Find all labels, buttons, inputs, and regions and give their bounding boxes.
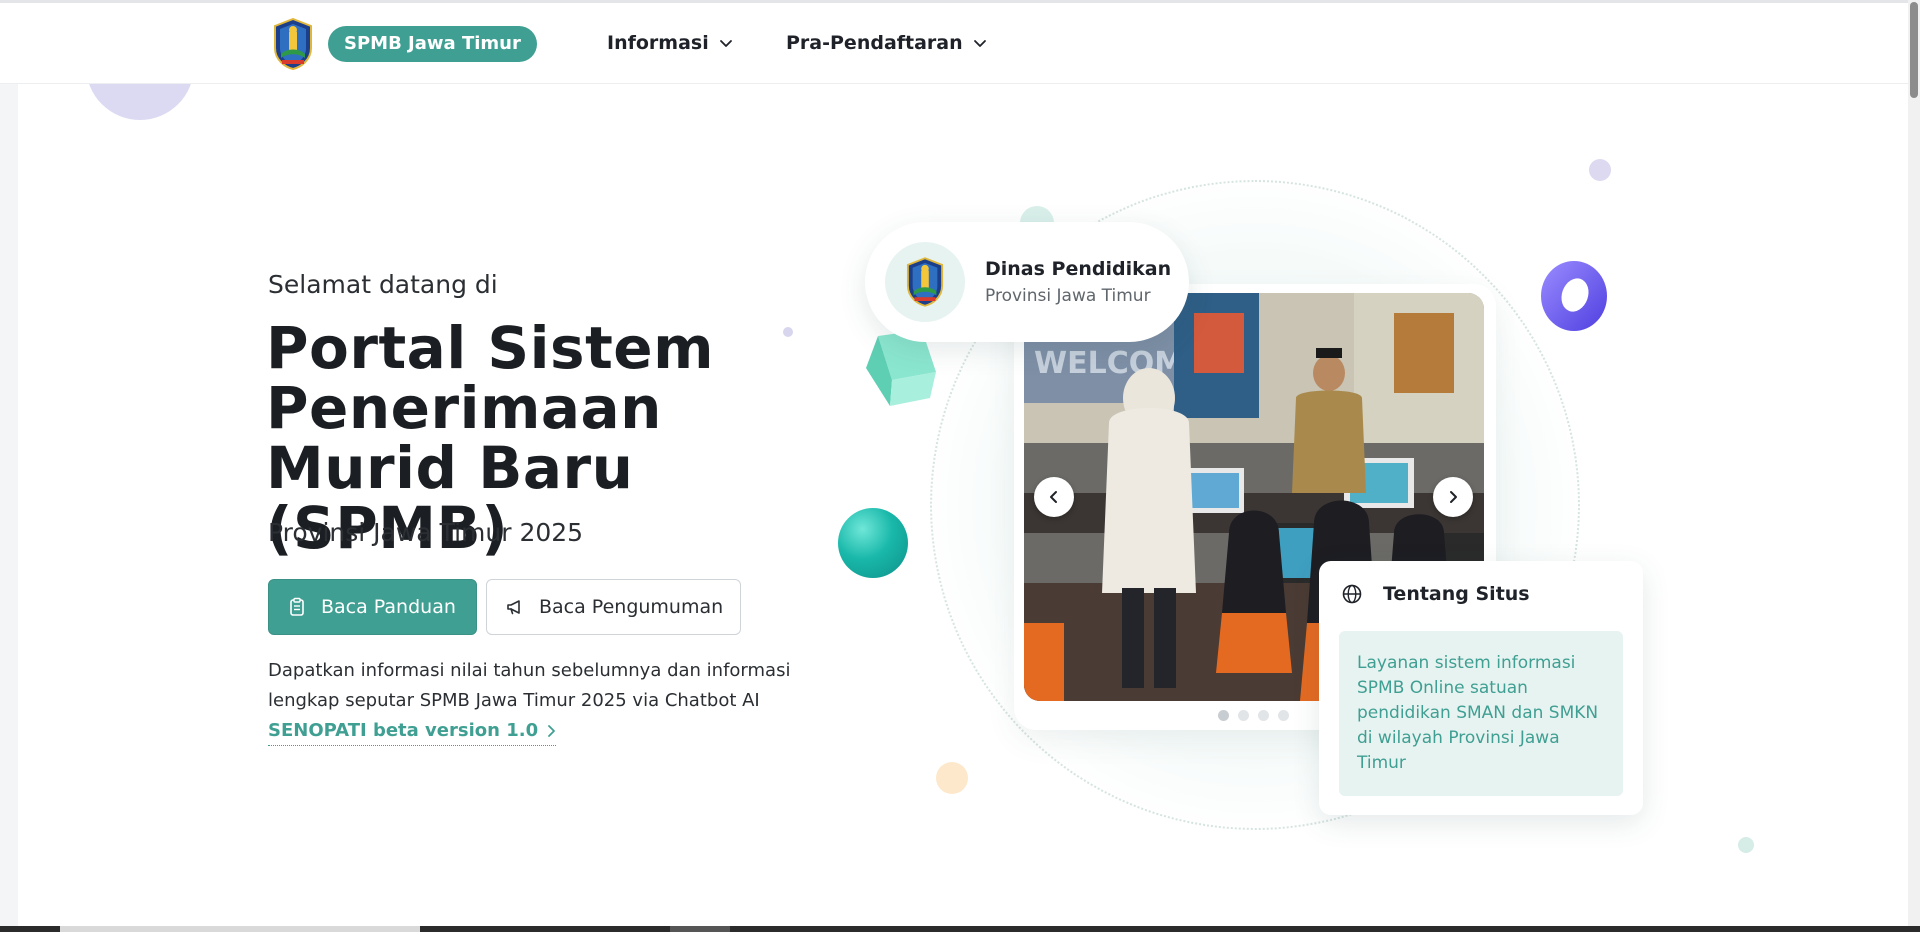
about-site-card: Tentang Situs Layanan sistem informasi S… [1319, 561, 1643, 815]
nav-informasi-label: Informasi [607, 32, 709, 54]
bottom-edge-segment [670, 926, 730, 932]
read-guide-button[interactable]: Baca Panduan [268, 579, 477, 635]
bottom-edge-segment [60, 926, 420, 932]
top-navbar: SPMB Jawa Timur Informasi Pra-Pendaftara… [0, 3, 1908, 84]
chevron-right-icon [1450, 491, 1457, 503]
about-site-title: Tentang Situs [1383, 583, 1530, 605]
clipboard-icon [290, 597, 304, 616]
about-site-body: Layanan sistem informasi SPMB Online sat… [1339, 631, 1623, 796]
about-site-header: Tentang Situs [1341, 583, 1530, 605]
slider-dot-3[interactable] [1258, 710, 1269, 721]
org-badge: Dinas Pendidikan Provinsi Jawa Timur [865, 222, 1189, 342]
globe-icon [1342, 584, 1362, 604]
chevron-down-icon [973, 40, 986, 47]
decor-dot-mint-bottom [1738, 837, 1754, 853]
org-province: Provinsi Jawa Timur [985, 286, 1151, 306]
jatim-logo[interactable] [273, 18, 313, 70]
slider-prev-button[interactable] [1034, 477, 1074, 517]
hero-description-line-2: lengkap seputar SPMB Jawa Timur 2025 via… [268, 690, 760, 711]
hero-description-line-1: Dapatkan informasi nilai tahun sebelumny… [268, 660, 791, 681]
decor-dot-peach [936, 762, 968, 794]
decor-teal-ball [838, 508, 908, 578]
bottom-edge-bar [0, 926, 1920, 932]
chevron-left-icon [1050, 491, 1057, 503]
jatim-logo [906, 257, 944, 307]
org-name: Dinas Pendidikan [985, 258, 1172, 280]
slider-next-button[interactable] [1433, 477, 1473, 517]
read-announcement-label: Baca Pengumuman [539, 596, 724, 618]
hero-welcome: Selamat datang di [268, 270, 498, 299]
read-guide-label: Baca Panduan [321, 596, 456, 618]
scrollbar-thumb[interactable] [1910, 2, 1918, 98]
nav-informasi[interactable]: Informasi [607, 25, 733, 61]
chevron-right-icon [548, 724, 555, 737]
slider-dot-4[interactable] [1278, 710, 1289, 721]
decor-dot-lavender-small [1589, 159, 1611, 181]
chatbot-link-label: SENOPATI beta version 1.0 [268, 720, 539, 741]
nav-pra-pendaftaran[interactable]: Pra-Pendaftaran [786, 25, 987, 61]
page: SPMB Jawa Timur Informasi Pra-Pendaftara… [0, 0, 1920, 932]
decor-purple-ring [1541, 261, 1607, 331]
slider-dots [1218, 710, 1289, 721]
page-scrollbar[interactable] [1908, 0, 1920, 932]
hero-description: Dapatkan informasi nilai tahun sebelumny… [268, 656, 808, 716]
left-edge-shade [0, 84, 18, 932]
hero-subtitle: Provinsi Jawa Timur 2025 [268, 518, 584, 547]
megaphone-icon [507, 600, 520, 615]
chatbot-link[interactable]: SENOPATI beta version 1.0 [268, 716, 557, 746]
org-logo-circle [885, 242, 965, 322]
slider-dot-2[interactable] [1238, 710, 1249, 721]
brand-pill[interactable]: SPMB Jawa Timur [328, 26, 537, 62]
nav-pra-pendaftaran-label: Pra-Pendaftaran [786, 32, 963, 54]
slider-dot-1[interactable] [1218, 710, 1229, 721]
read-announcement-button[interactable]: Baca Pengumuman [486, 579, 741, 635]
chevron-down-icon [719, 40, 732, 47]
